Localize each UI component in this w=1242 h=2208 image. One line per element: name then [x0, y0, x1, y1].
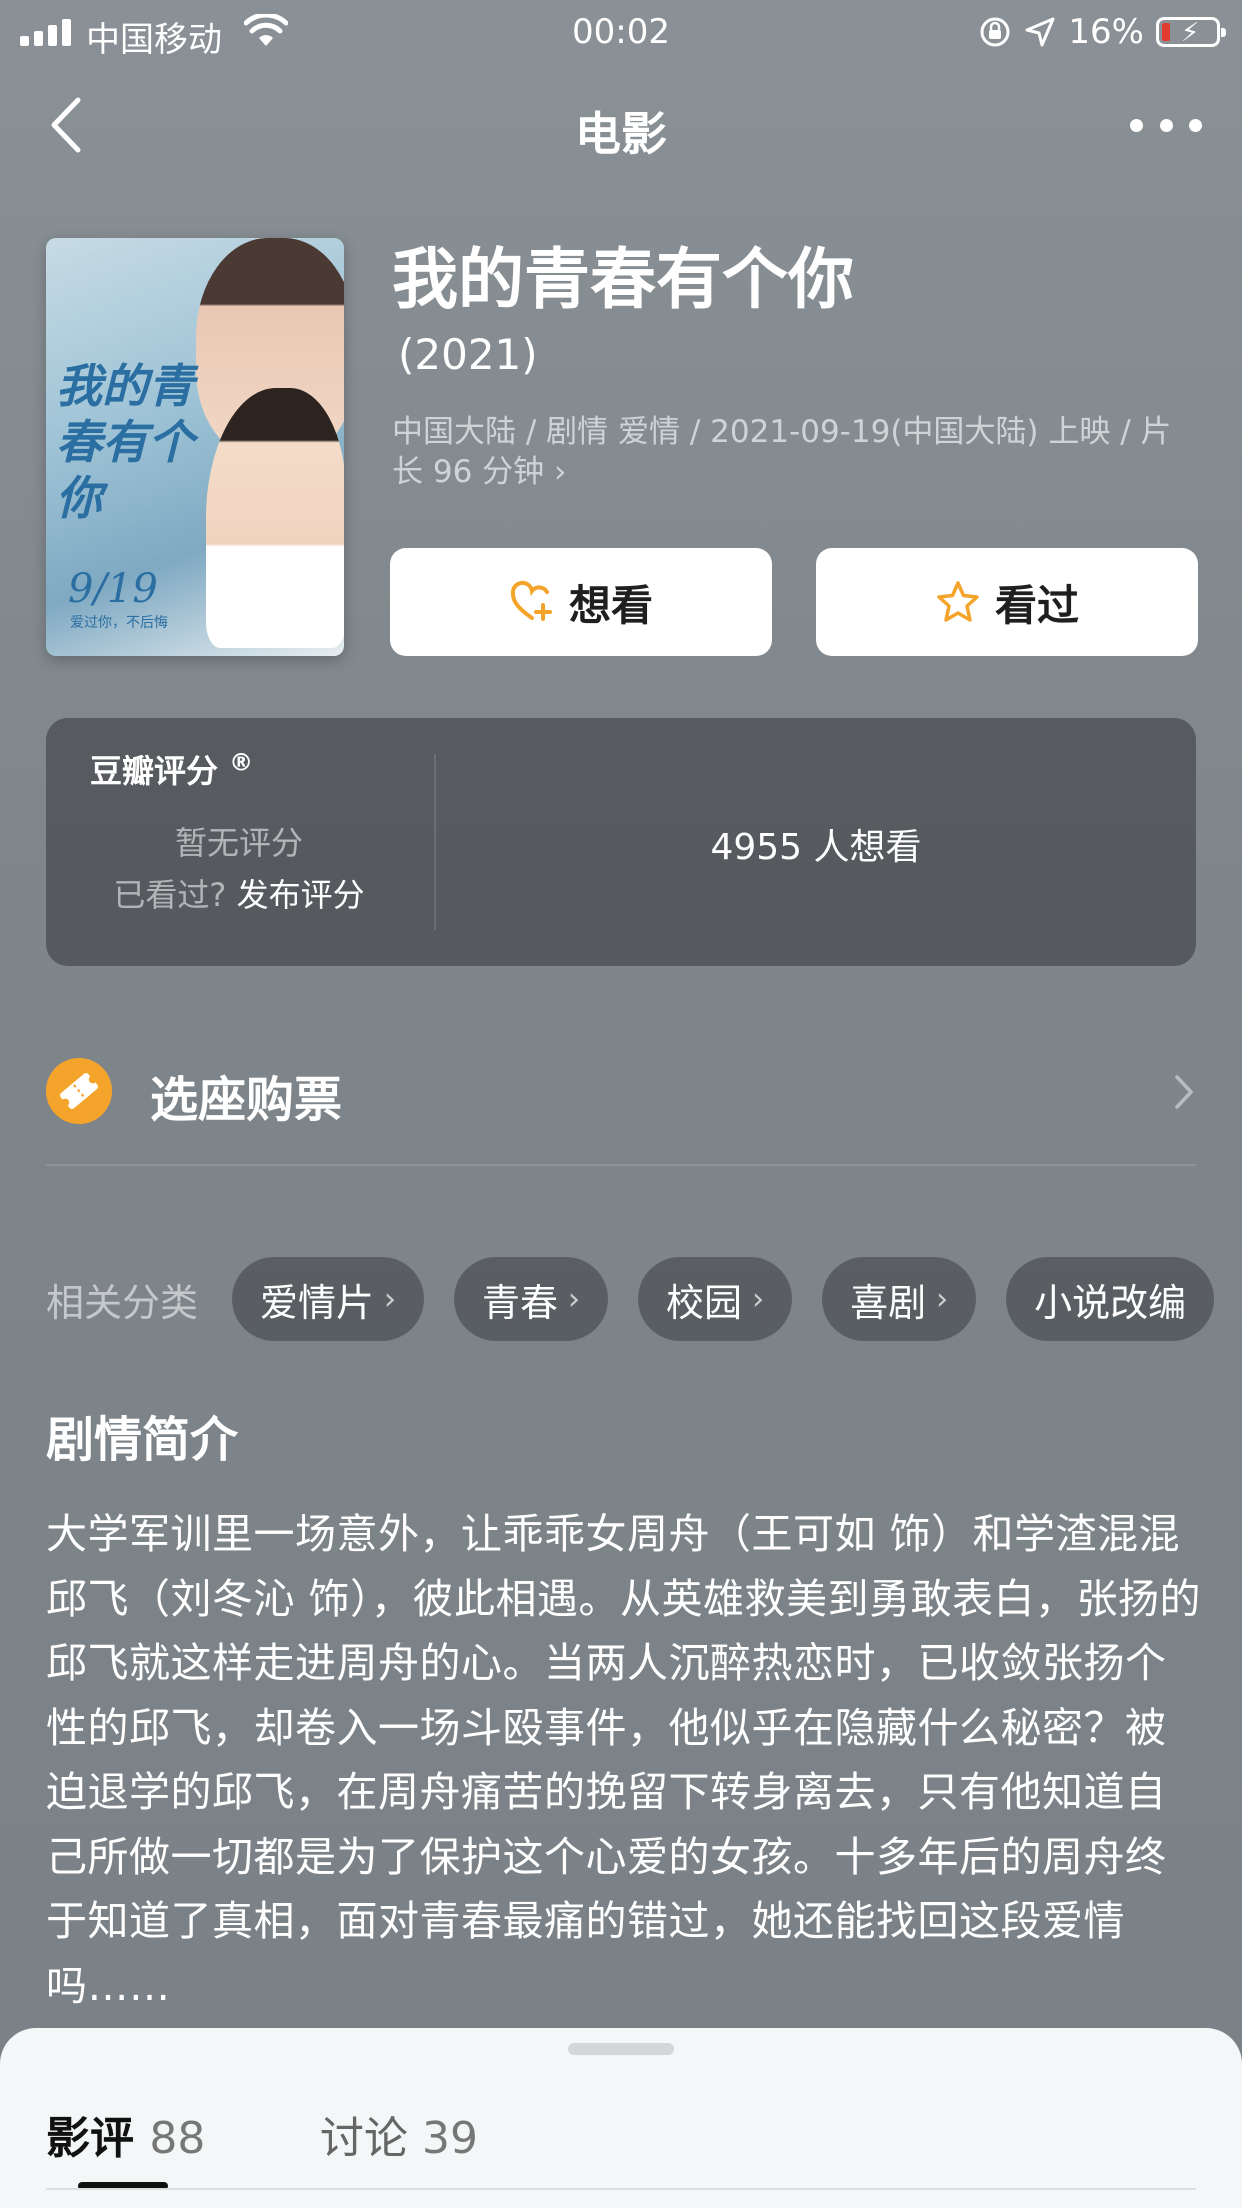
ticket-icon [46, 1058, 112, 1124]
want-count: 4955 人想看 [710, 827, 922, 868]
no-rating-text: 暂无评分 [174, 824, 303, 862]
tag-comedy[interactable]: 喜剧 › [822, 1257, 977, 1341]
watched-button[interactable]: 看过 [816, 548, 1198, 656]
post-rating-link[interactable]: 发布评分 [237, 876, 365, 914]
buy-ticket-row[interactable]: 选座购票 [46, 1046, 1196, 1166]
chevron-right-icon: › [936, 1281, 949, 1317]
want-to-watch-button[interactable]: 想看 [390, 548, 772, 656]
tab-divider [46, 2188, 1196, 2190]
poster-figure-female [206, 388, 344, 648]
movie-title: 我的青春有个你 [392, 241, 854, 318]
sheet-drag-handle[interactable] [568, 2043, 674, 2055]
battery-percent: 16% [1068, 12, 1144, 52]
battery-icon: ⚡ [1156, 17, 1226, 47]
movie-year: (2021) [398, 330, 538, 379]
movie-meta[interactable]: 中国大陆 / 剧情 爱情 / 2021-09-19(中国大陆) 上映 / 片长 … [392, 412, 1192, 492]
seen-question: 已看过? [113, 876, 227, 914]
poster-date: 9/19 [68, 566, 158, 612]
status-bar: 中国移动 00:02 16% ⚡ [0, 0, 1242, 64]
rotation-lock-icon [980, 17, 1010, 47]
synopsis-heading: 剧情简介 [46, 1412, 239, 1468]
tag-novel-adaptation[interactable]: 小说改编 [1006, 1257, 1215, 1341]
want-to-watch-label: 想看 [568, 580, 653, 630]
poster-slogan: 爱过你，不后悔 [70, 615, 168, 631]
synopsis-text[interactable]: 大学军训里一场意外，让乖乖女周舟（王可如 饰）和学渣混混邱飞（刘冬沁 饰），彼此… [46, 1502, 1206, 2018]
watched-label: 看过 [994, 580, 1079, 630]
rating-label: 豆瓣评分 ® [90, 748, 254, 790]
page-title: 电影 [575, 107, 667, 161]
heart-plus-icon [510, 580, 552, 621]
buy-ticket-label: 选座购票 [150, 1072, 343, 1128]
tab-discussion[interactable]: 讨论 39 [320, 2102, 478, 2166]
more-options-icon[interactable] [1130, 110, 1202, 140]
chevron-right-icon: › [384, 1281, 397, 1317]
tag-youth[interactable]: 青春 › [454, 1257, 609, 1341]
tag-campus[interactable]: 校园 › [638, 1257, 793, 1341]
registered-mark: ® [229, 748, 254, 777]
rating-card: 豆瓣评分 ® 暂无评分 已看过? 发布评分 4955 人想看 [46, 718, 1196, 966]
tag-romance[interactable]: 爱情片 › [232, 1257, 425, 1341]
star-icon [937, 581, 979, 622]
movie-poster[interactable]: 我的青春有个你 9/19 爱过你，不后悔 [46, 238, 344, 656]
rate-row: 已看过? 发布评分 [46, 870, 432, 916]
related-tags-label: 相关分类 [46, 1280, 199, 1325]
nav-bar: 电影 [0, 80, 1242, 170]
related-tags-row: 相关分类 爱情片 › 青春 › 校园 › 喜剧 › 小说改编 [46, 1256, 1242, 1342]
chevron-right-icon: › [752, 1281, 765, 1317]
location-arrow-icon [1025, 17, 1055, 47]
chevron-right-icon: › [568, 1281, 581, 1317]
discussion-count: 39 [422, 2113, 478, 2164]
tab-reviews[interactable]: 影评 88 [46, 2102, 205, 2166]
chevron-right-icon [1175, 1075, 1194, 1109]
reviews-count: 88 [149, 2113, 206, 2164]
bottom-sheet[interactable]: 影评 88 讨论 39 [0, 2028, 1242, 2208]
poster-title: 我的青春有个你 [56, 359, 194, 525]
